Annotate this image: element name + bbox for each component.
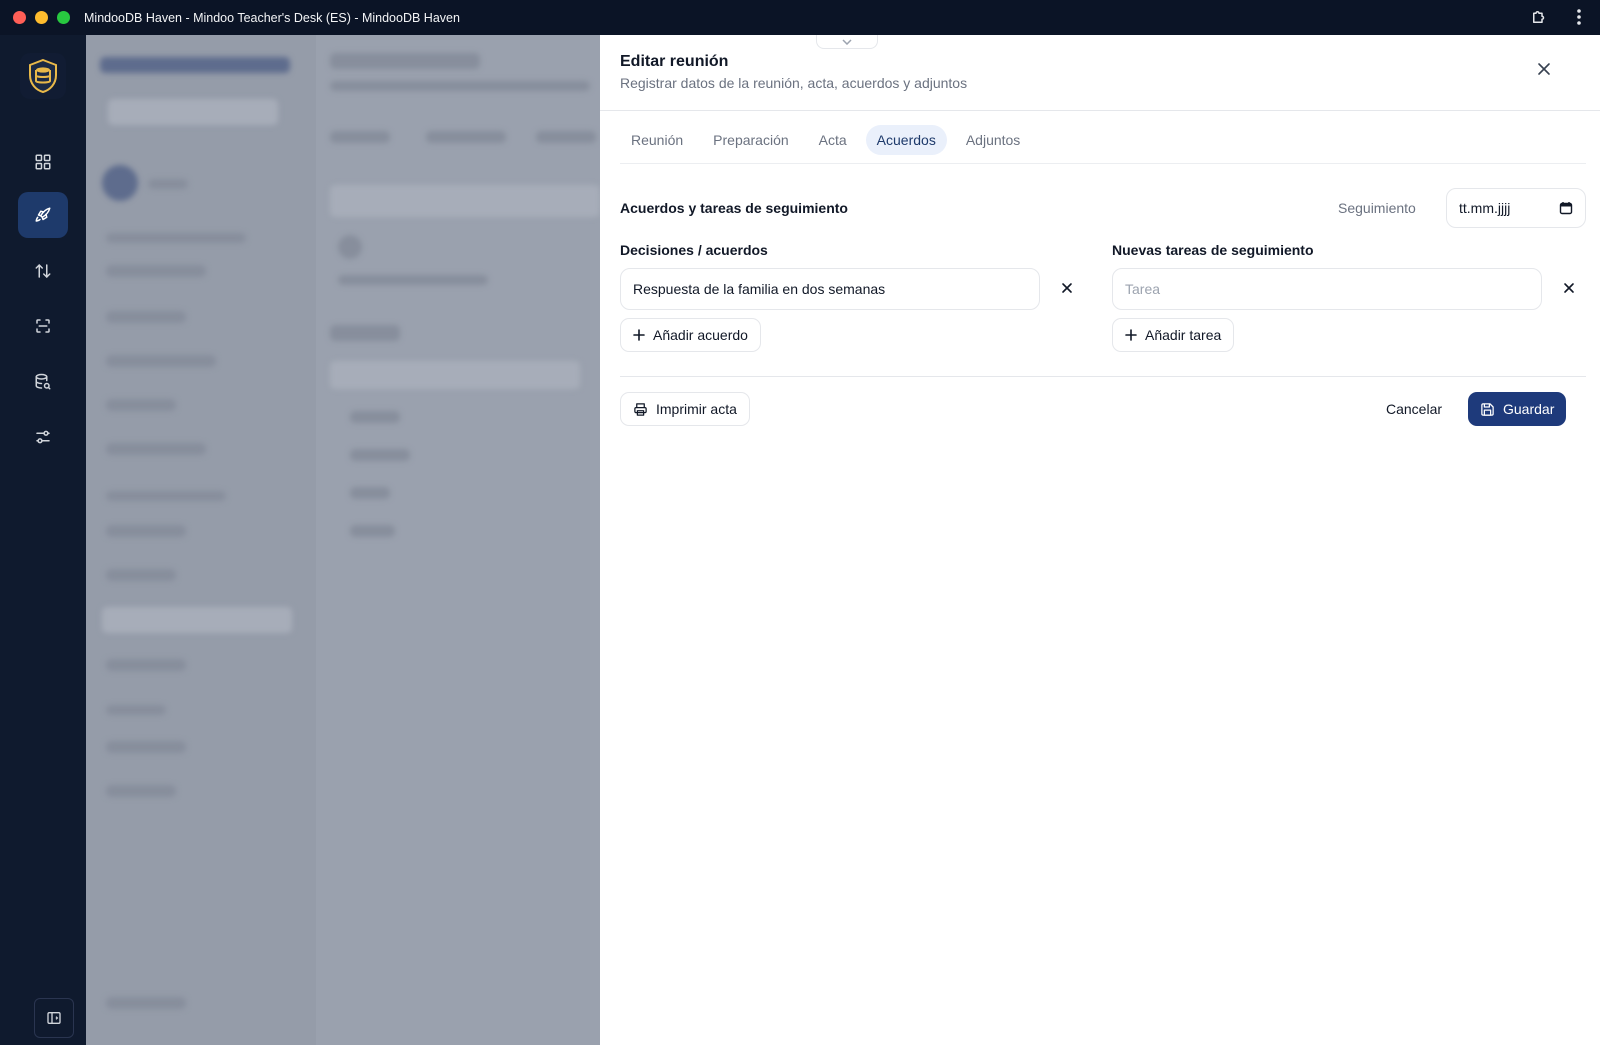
background-app-dimmed bbox=[86, 35, 600, 1045]
decision-input[interactable] bbox=[620, 268, 1040, 310]
section-title: Acuerdos y tareas de seguimiento bbox=[620, 200, 848, 216]
tab-acta[interactable]: Acta bbox=[808, 125, 858, 155]
rocket-icon bbox=[35, 207, 51, 222]
tab-acuerdos[interactable]: Acuerdos bbox=[865, 125, 947, 155]
toggle-sidebar-button[interactable] bbox=[34, 998, 74, 1038]
followup-date-label: Seguimiento bbox=[1338, 200, 1416, 216]
scan-icon bbox=[36, 319, 50, 333]
more-vertical-icon bbox=[1577, 9, 1581, 25]
print-minutes-label: Imprimir acta bbox=[656, 401, 737, 417]
header-divider bbox=[600, 110, 1600, 111]
window-titlebar: MindooDB Haven - Mindoo Teacher's Desk (… bbox=[0, 0, 1600, 35]
rail-item-sync[interactable] bbox=[18, 248, 68, 294]
extensions-button[interactable] bbox=[1528, 6, 1550, 28]
cancel-button[interactable]: Cancelar bbox=[1378, 392, 1450, 426]
sliders-icon bbox=[36, 430, 50, 444]
save-icon bbox=[1481, 402, 1494, 416]
app-rail bbox=[0, 35, 86, 1045]
add-task-label: Añadir tarea bbox=[1145, 327, 1222, 343]
remove-task-button[interactable] bbox=[1558, 277, 1580, 299]
window-title: MindooDB Haven - Mindoo Teacher's Desk (… bbox=[84, 10, 460, 25]
plus-icon bbox=[1125, 329, 1137, 341]
close-icon bbox=[1564, 283, 1574, 293]
sheet-tabs: Reunión Preparación Acta Acuerdos Adjunt… bbox=[620, 125, 1031, 155]
chevron-down-icon bbox=[842, 38, 852, 45]
add-task-button[interactable]: Añadir tarea bbox=[1112, 318, 1235, 352]
tab-adjuntos[interactable]: Adjuntos bbox=[955, 125, 1031, 155]
close-window-button[interactable] bbox=[13, 11, 26, 24]
tasks-label: Nuevas tareas de seguimiento bbox=[1112, 242, 1314, 258]
tabs-divider bbox=[620, 163, 1586, 164]
puzzle-icon bbox=[1533, 11, 1545, 23]
close-icon bbox=[1062, 283, 1072, 293]
app-logo[interactable] bbox=[20, 53, 66, 99]
printer-icon bbox=[634, 402, 647, 416]
rail-item-launch[interactable] bbox=[18, 192, 68, 238]
decisions-label: Decisiones / acuerdos bbox=[620, 242, 768, 258]
followup-date-value: tt.mm.jjjj bbox=[1459, 200, 1511, 216]
sheet-title: Editar reunión bbox=[620, 53, 729, 70]
calendar-icon bbox=[1559, 202, 1573, 215]
rail-item-database-search[interactable] bbox=[18, 359, 68, 405]
database-search-icon bbox=[35, 373, 51, 390]
arrows-up-down-icon bbox=[35, 264, 51, 278]
plus-icon bbox=[633, 329, 645, 341]
maximize-window-button[interactable] bbox=[57, 11, 70, 24]
window-controls bbox=[13, 11, 70, 24]
footer-divider bbox=[620, 376, 1586, 377]
shield-database-icon bbox=[29, 59, 57, 93]
sidebar-toggle-icon bbox=[47, 1012, 61, 1024]
minimize-window-button[interactable] bbox=[35, 11, 48, 24]
rail-item-scan[interactable] bbox=[18, 303, 68, 349]
close-icon bbox=[1538, 63, 1550, 75]
collapse-sheet-handle[interactable] bbox=[816, 35, 878, 49]
save-label: Guardar bbox=[1503, 401, 1555, 417]
rail-item-settings[interactable] bbox=[18, 414, 68, 460]
grid-icon bbox=[35, 154, 51, 170]
followup-date-input[interactable]: tt.mm.jjjj bbox=[1446, 188, 1586, 228]
more-menu-button[interactable] bbox=[1568, 6, 1590, 28]
rail-item-dashboard[interactable] bbox=[18, 139, 68, 185]
tab-preparacion[interactable]: Preparación bbox=[702, 125, 800, 155]
add-decision-label: Añadir acuerdo bbox=[653, 327, 748, 343]
add-decision-button[interactable]: Añadir acuerdo bbox=[620, 318, 761, 352]
print-minutes-button[interactable]: Imprimir acta bbox=[620, 392, 750, 426]
task-input[interactable] bbox=[1112, 268, 1542, 310]
remove-decision-button[interactable] bbox=[1056, 277, 1078, 299]
save-button[interactable]: Guardar bbox=[1468, 392, 1567, 426]
close-sheet-button[interactable] bbox=[1532, 57, 1556, 81]
edit-meeting-sheet: Editar reunión Registrar datos de la reu… bbox=[600, 35, 1600, 1045]
tab-reunion[interactable]: Reunión bbox=[620, 125, 694, 155]
sheet-subtitle: Registrar datos de la reunión, acta, acu… bbox=[620, 75, 968, 91]
